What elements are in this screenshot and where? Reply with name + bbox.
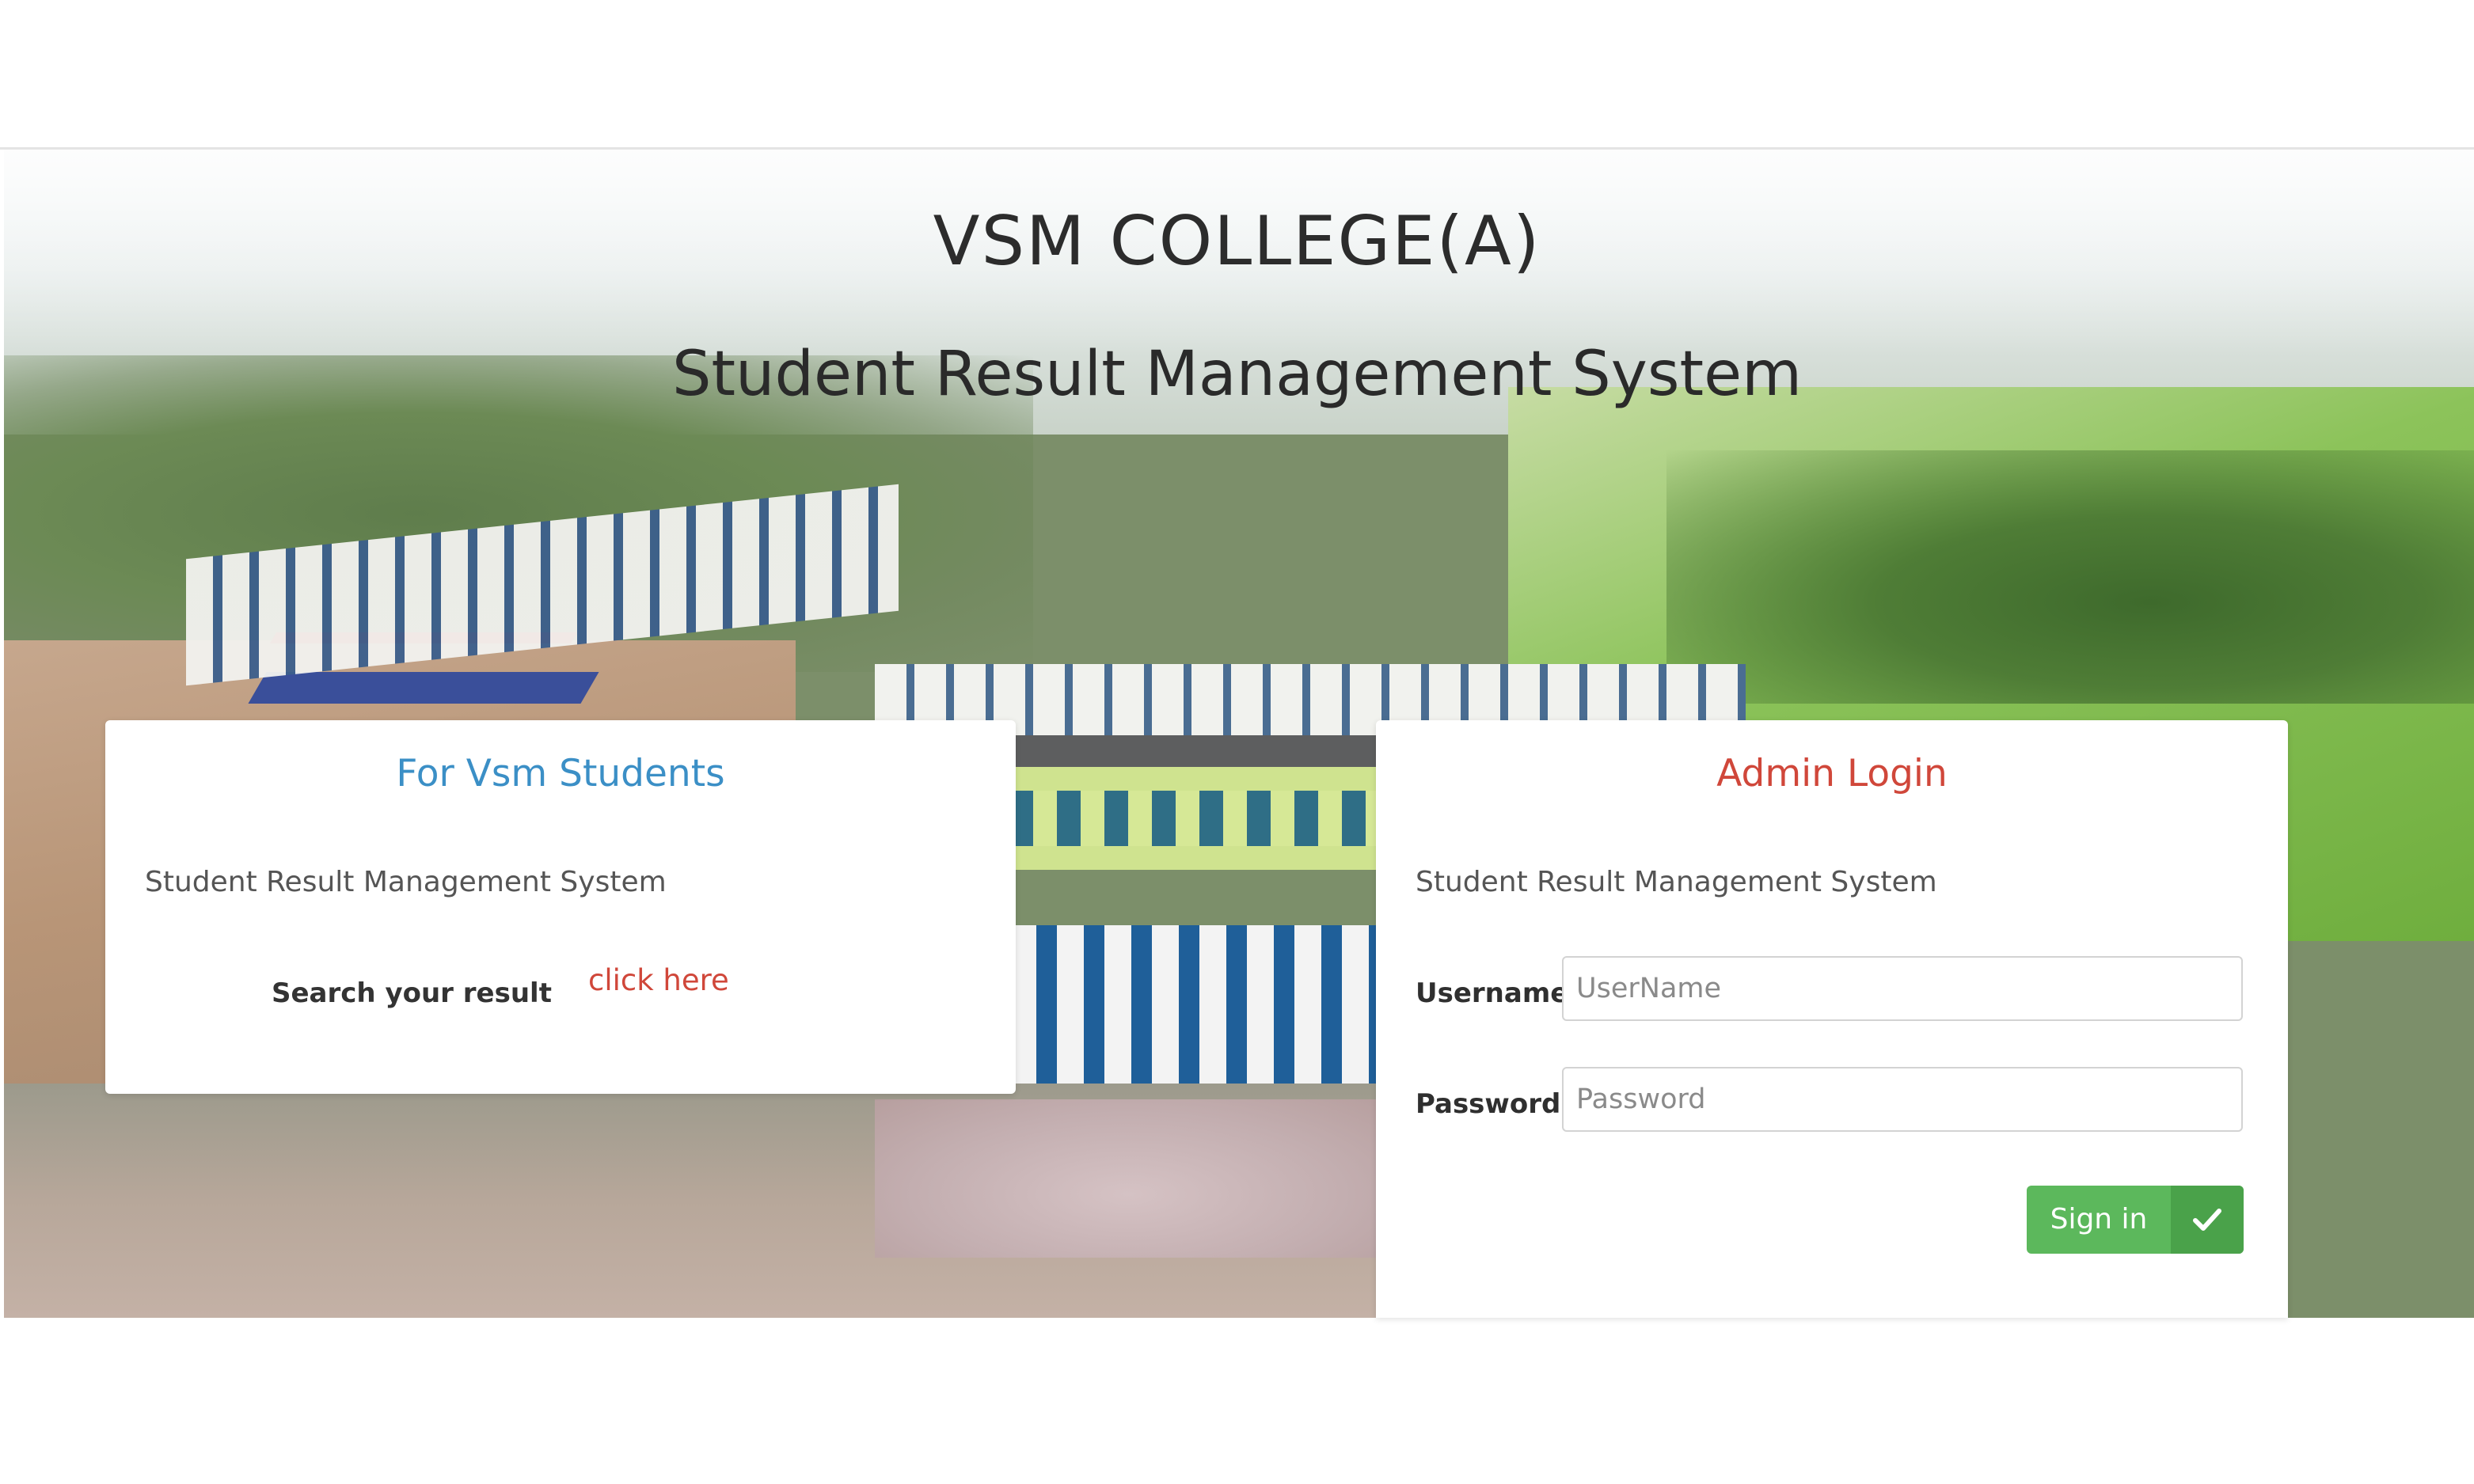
username-label: Username xyxy=(1416,977,1569,1009)
students-card-description: Student Result Management System xyxy=(145,866,667,898)
students-card: For Vsm Students Student Result Manageme… xyxy=(105,720,1016,1094)
admin-card-description: Student Result Management System xyxy=(1416,866,1937,898)
password-label: Password xyxy=(1416,1088,1561,1120)
sign-in-button[interactable]: Sign in xyxy=(2027,1186,2244,1254)
sign-in-label: Sign in xyxy=(2050,1203,2148,1235)
admin-login-card: Admin Login Student Result Management Sy… xyxy=(1376,720,2288,1318)
system-title: Student Result Management System xyxy=(671,339,1803,410)
check-icon xyxy=(2171,1186,2244,1254)
page: VSM COLLEGE(A) Student Result Management… xyxy=(0,0,2474,1484)
click-here-link[interactable]: click here xyxy=(588,963,729,997)
password-input[interactable] xyxy=(1562,1067,2243,1132)
search-result-label: Search your result xyxy=(272,977,552,1009)
students-card-title: For Vsm Students xyxy=(396,752,725,795)
username-input[interactable] xyxy=(1562,956,2243,1021)
college-name: VSM COLLEGE(A) xyxy=(933,202,1541,281)
admin-card-title: Admin Login xyxy=(1716,752,1948,795)
